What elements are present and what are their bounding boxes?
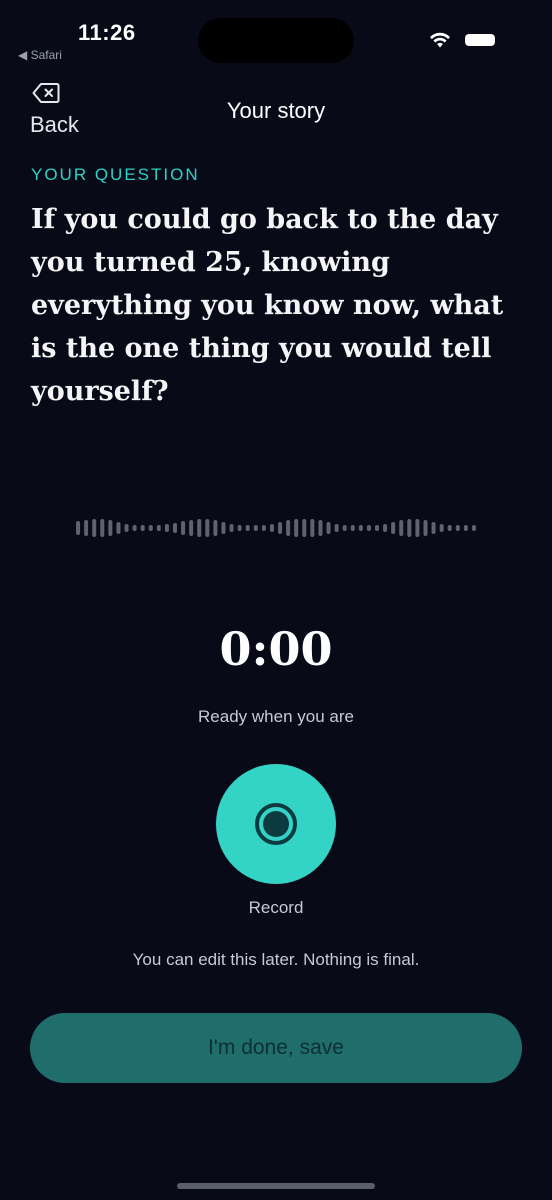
waveform-bar — [431, 522, 436, 534]
waveform-bar — [173, 523, 177, 533]
waveform-bar — [213, 520, 218, 536]
status-back-to-app[interactable]: ◀ Safari — [18, 48, 62, 62]
recording-timer: 0:00 — [219, 622, 333, 676]
waveform-bar — [471, 525, 476, 531]
waveform-bar — [342, 525, 347, 531]
page-title: Your story — [226, 98, 326, 123]
edit-later-hint: You can edit this later. Nothing is fina… — [132, 950, 420, 969]
waveform-bar — [164, 524, 169, 532]
question-eyebrow: YOUR QUESTION — [31, 165, 200, 184]
waveform-bar — [237, 525, 242, 531]
waveform-bar — [84, 520, 89, 536]
waveform-bar — [399, 520, 404, 536]
waveform-bar — [455, 525, 460, 531]
waveform-bar — [269, 524, 274, 532]
waveform-bar — [189, 520, 194, 536]
waveform-bar — [350, 525, 355, 531]
waveform-bar — [318, 520, 323, 536]
waveform-bar — [334, 524, 339, 532]
waveform-bar — [124, 524, 129, 532]
waveform-bar — [156, 525, 161, 531]
waveform-bar — [76, 521, 81, 535]
battery-icon — [465, 34, 495, 46]
recorder-status: Ready when you are — [198, 707, 354, 726]
waveform-bar — [439, 524, 444, 532]
waveform-bar — [447, 525, 452, 531]
waveform-bar — [197, 519, 202, 537]
waveform-bar — [358, 525, 363, 531]
waveform-bar — [302, 519, 307, 537]
status-time: 11:26 — [78, 20, 136, 45]
wifi-icon — [430, 32, 450, 48]
waveform-bar — [108, 520, 113, 536]
waveform-bar — [326, 522, 331, 534]
save-button-label: I'm done, save — [208, 1036, 344, 1059]
waveform-bar — [310, 519, 315, 537]
waveform-bar — [221, 522, 226, 534]
waveform-bar — [423, 520, 428, 536]
waveform-bar — [375, 525, 379, 531]
waveform-bar — [148, 525, 153, 531]
waveform-bar — [92, 519, 97, 537]
waveform-bar — [253, 525, 258, 531]
waveform-bar — [407, 519, 412, 537]
waveform-bar — [140, 525, 145, 531]
record-dot-icon — [255, 803, 297, 845]
dynamic-island — [198, 18, 354, 63]
record-label: Record — [248, 898, 304, 917]
waveform-bar — [383, 524, 388, 532]
question-text: If you could go back to the day you turn… — [31, 204, 504, 407]
waveform-bar — [286, 520, 291, 536]
save-button[interactable]: I'm done, save — [30, 1013, 522, 1083]
waveform-bar — [463, 525, 468, 531]
record-button[interactable] — [216, 764, 336, 884]
waveform-bar — [116, 522, 121, 534]
waveform-bar — [415, 519, 420, 537]
waveform-bar — [132, 525, 137, 531]
waveform-bar — [294, 519, 299, 537]
waveform-bar — [366, 525, 371, 531]
waveform-bar — [278, 522, 283, 534]
waveform-bar — [245, 525, 250, 531]
waveform-bar — [261, 525, 266, 531]
waveform-bar — [205, 519, 210, 537]
home-indicator — [177, 1183, 375, 1189]
audio-waveform — [76, 519, 476, 537]
waveform-bar — [391, 522, 396, 534]
waveform-bar — [229, 524, 234, 532]
waveform-bar — [100, 519, 105, 537]
waveform-bar — [181, 521, 186, 535]
